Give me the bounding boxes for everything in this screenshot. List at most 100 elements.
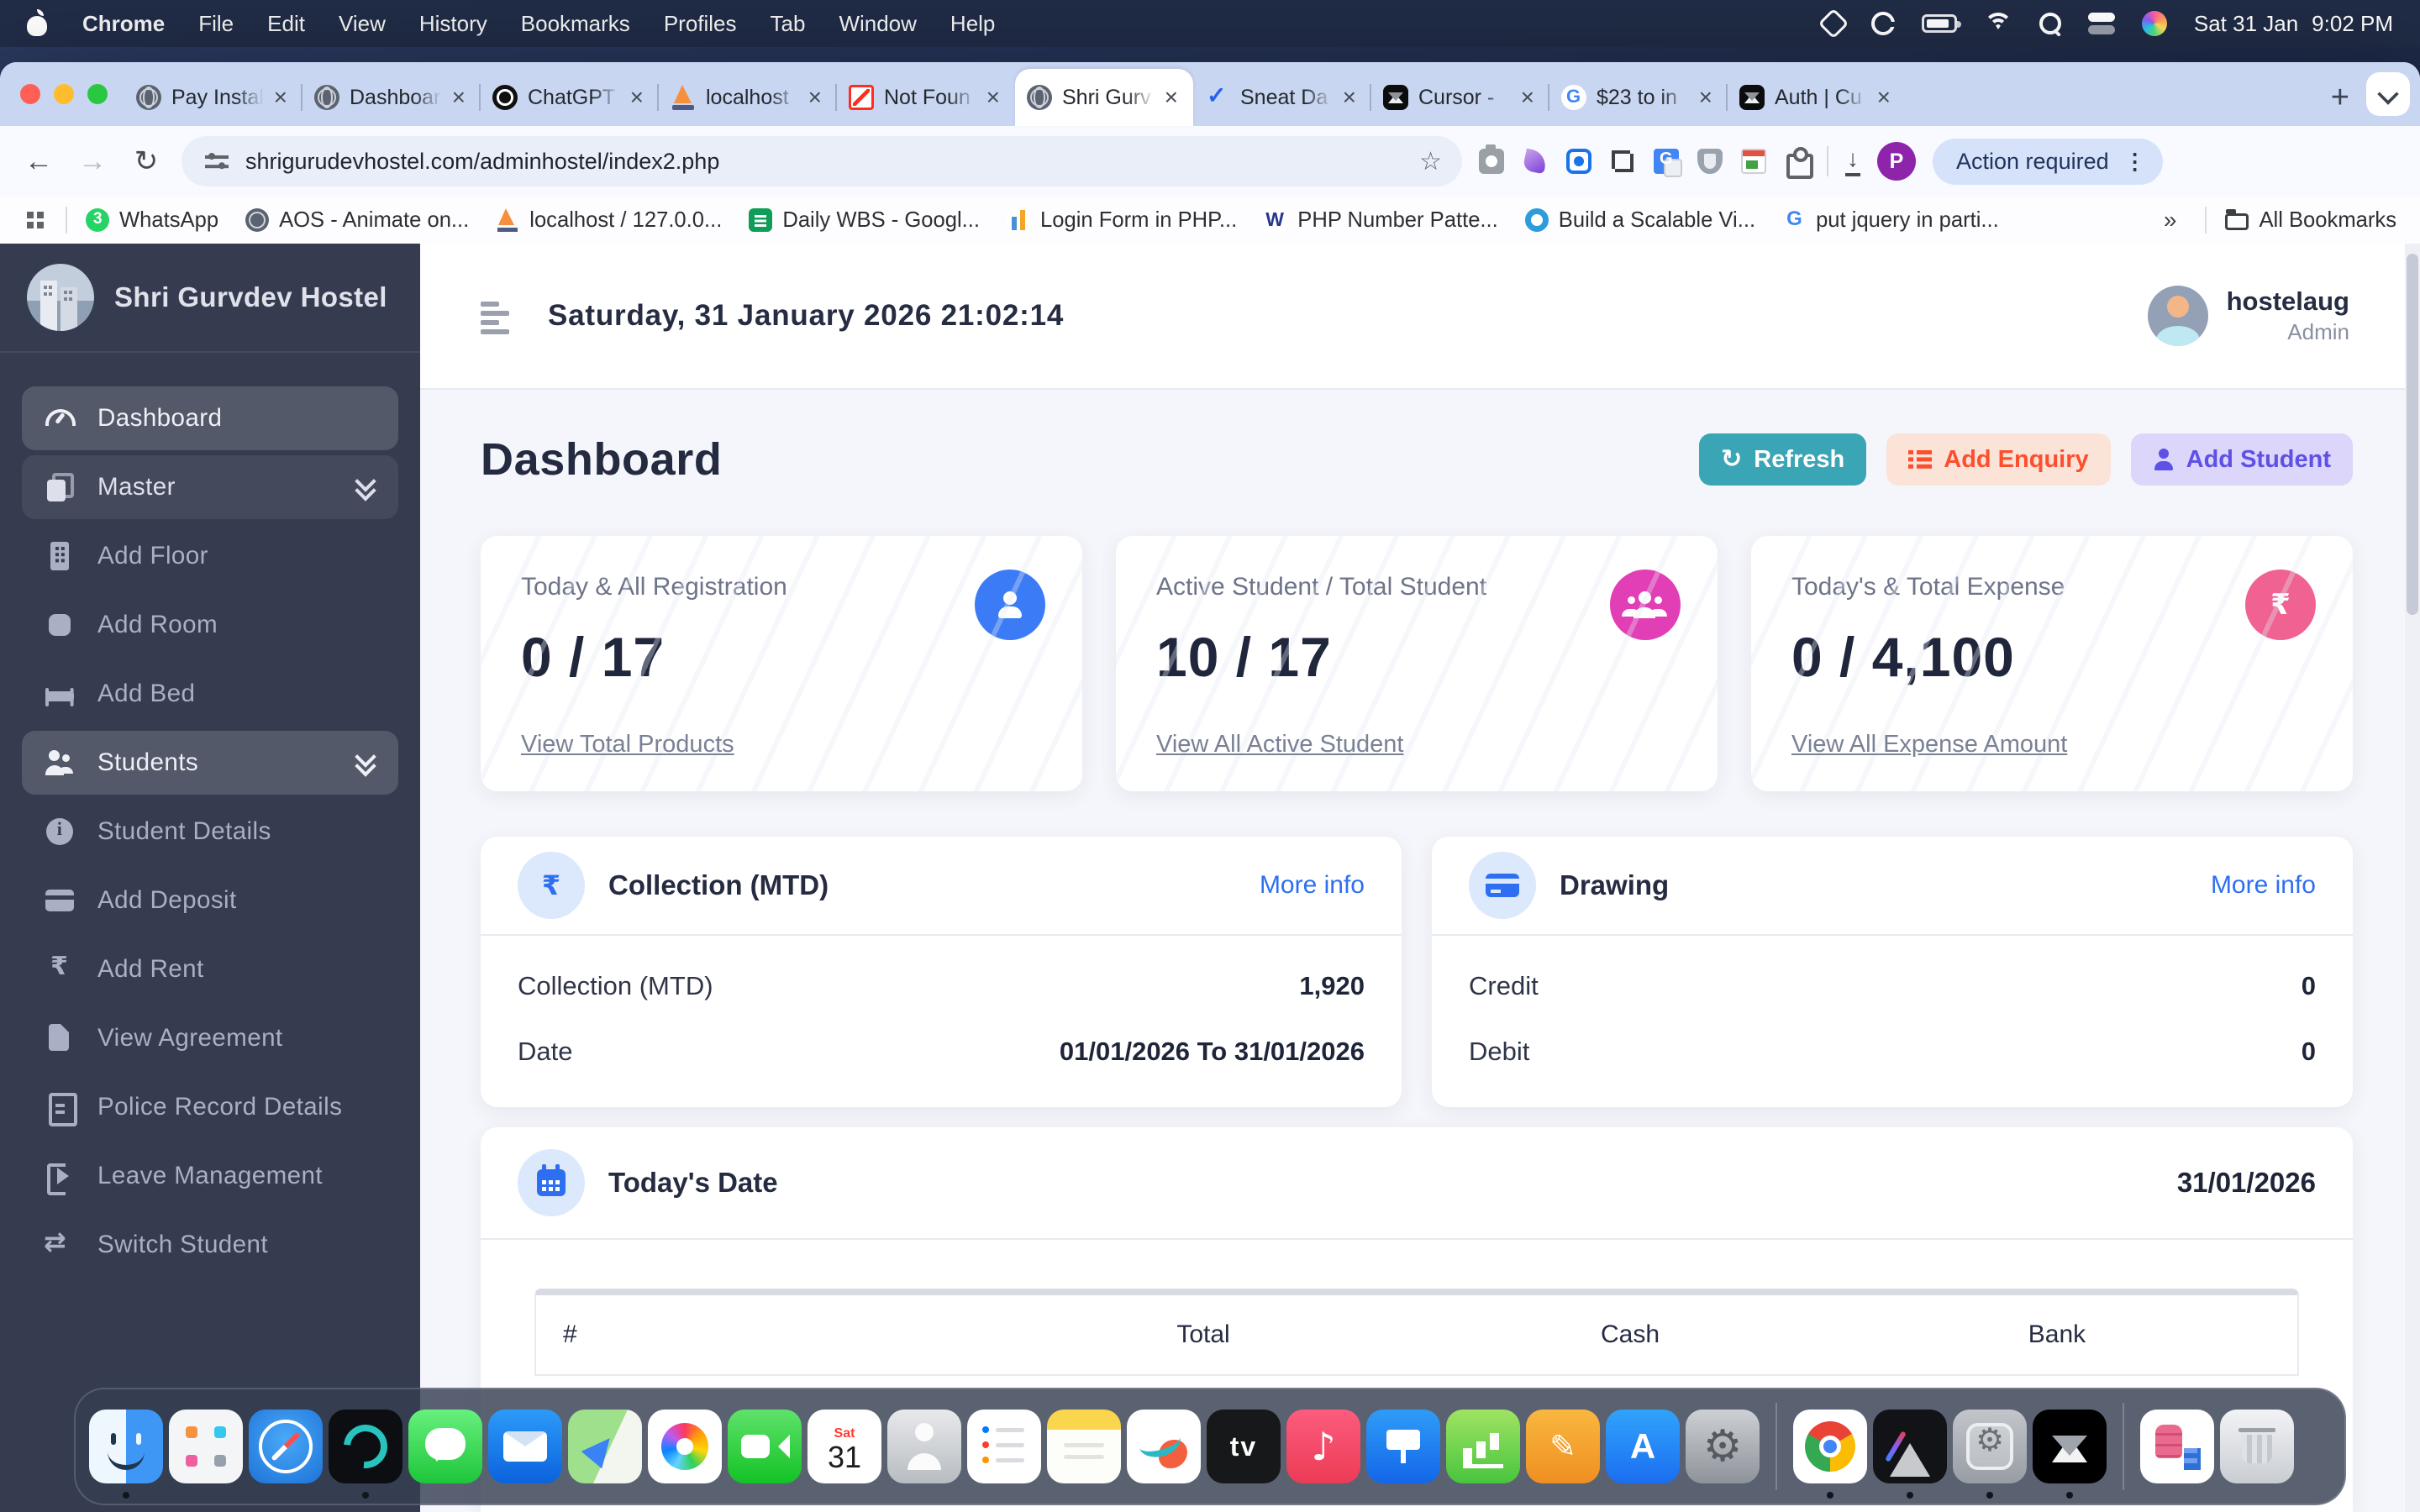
dock-photos-icon[interactable] [648, 1410, 722, 1483]
add-student-button[interactable]: Add Student [2131, 433, 2353, 486]
more-info-link[interactable]: More info [1260, 871, 1365, 900]
dock-safari-icon[interactable] [249, 1410, 323, 1483]
minimize-window-button[interactable] [54, 84, 74, 104]
sidebar-item-master[interactable]: Master [22, 455, 398, 519]
menu-history[interactable]: History [419, 11, 487, 37]
apple-logo-icon[interactable] [27, 11, 49, 36]
tab-chatgpt[interactable]: ChatGPT× [481, 69, 659, 126]
tab-23-to-in[interactable]: $23 to in× [1549, 69, 1728, 126]
downloads-icon[interactable]: ↓ [1845, 146, 1860, 176]
tab-close-icon[interactable]: × [983, 86, 1003, 109]
bookmark-localhost-127-0-0[interactable]: localhost / 127.0.0... [496, 208, 722, 233]
shield-app-icon[interactable] [1818, 8, 1849, 39]
dock-messages-icon[interactable] [408, 1410, 482, 1483]
dock-numbers-icon[interactable] [1446, 1410, 1520, 1483]
add-enquiry-button[interactable]: Add Enquiry [1886, 433, 2110, 486]
site-settings-icon[interactable] [205, 151, 229, 171]
menu-tab[interactable]: Tab [771, 11, 806, 37]
menu-file[interactable]: File [198, 11, 234, 37]
tab-cursor[interactable]: Cursor -× [1371, 69, 1549, 126]
tab-shri-gurv[interactable]: Shri Gurv× [1015, 69, 1193, 126]
dock-downloads-icon[interactable] [2140, 1410, 2214, 1483]
sidebar-item-switch-student[interactable]: Switch Student [22, 1213, 398, 1277]
record-extension-icon[interactable] [1566, 149, 1591, 174]
tab-search-chevron-icon[interactable] [2366, 72, 2410, 116]
sidebar-item-leave-management[interactable]: Leave Management [22, 1144, 398, 1208]
dock-pages-icon[interactable] [1526, 1410, 1600, 1483]
cssviewer-extension-icon[interactable] [1741, 149, 1766, 174]
stat-card-link[interactable]: View Total Products [521, 731, 734, 759]
tab-close-icon[interactable]: × [1874, 86, 1894, 109]
bookmark-aos-animate-on[interactable]: AOS - Animate on... [245, 208, 469, 233]
page-scrollbar[interactable] [2405, 244, 2420, 1512]
dock-notes-icon[interactable] [1047, 1410, 1121, 1483]
sidebar-item-view-agreement[interactable]: View Agreement [22, 1006, 398, 1070]
menu-profiles[interactable]: Profiles [664, 11, 737, 37]
control-center-icon[interactable] [2088, 13, 2115, 34]
tab-close-icon[interactable]: × [271, 86, 291, 109]
translate-extension-icon[interactable] [1654, 149, 1679, 174]
siri-icon[interactable] [2142, 11, 2167, 36]
tab-localhost[interactable]: localhost× [659, 69, 837, 126]
menu-edit[interactable]: Edit [267, 11, 305, 37]
dock-music-icon[interactable] [1286, 1410, 1360, 1483]
wifi-icon[interactable] [1984, 13, 2012, 34]
forward-button[interactable]: → [74, 145, 111, 178]
stat-card-link[interactable]: View All Active Student [1156, 731, 1403, 759]
brand[interactable]: Shri Gurvdev Hostel [0, 244, 420, 351]
dock-chrome-icon[interactable] [1793, 1410, 1867, 1483]
reload-button[interactable]: ↻ [128, 144, 165, 178]
dock-calendar-icon[interactable]: Sat31 [808, 1410, 881, 1483]
dock-launchpad-icon[interactable] [169, 1410, 243, 1483]
new-tab-button[interactable]: + [2314, 80, 2366, 126]
tab-close-icon[interactable]: × [1161, 86, 1181, 109]
dock-maps-icon[interactable] [568, 1410, 642, 1483]
tab-not-foun[interactable]: Not Foun× [837, 69, 1015, 126]
tab-close-icon[interactable]: × [1696, 86, 1716, 109]
dock-finder-icon[interactable] [89, 1410, 163, 1483]
tab-close-icon[interactable]: × [627, 86, 647, 109]
sidebar-item-add-rent[interactable]: Add Rent [22, 937, 398, 1001]
dock-mail-icon[interactable] [488, 1410, 562, 1483]
dock-gearapp-icon[interactable] [1953, 1410, 2027, 1483]
bookmark-star-icon[interactable]: ☆ [1419, 147, 1442, 176]
bookmark-put-jquery-in-parti[interactable]: put jquery in parti... [1782, 208, 1999, 233]
dock-freeform-icon[interactable] [1127, 1410, 1201, 1483]
dock-settings-icon[interactable] [1686, 1410, 1760, 1483]
dock-appletv-icon[interactable] [1207, 1410, 1281, 1483]
menu-chrome[interactable]: Chrome [82, 11, 165, 37]
chrome-menu-icon[interactable]: ⋮ [2124, 149, 2146, 175]
bookmark-login-form-in-php[interactable]: Login Form in PHP... [1007, 208, 1237, 233]
camera-app-icon[interactable] [1871, 12, 1895, 35]
dock-reminders-icon[interactable] [967, 1410, 1041, 1483]
feather-extension-icon[interactable] [1523, 149, 1548, 174]
menu-help[interactable]: Help [950, 11, 995, 37]
dock-trash-icon[interactable] [2220, 1410, 2294, 1483]
screenshot-extension-icon[interactable] [1610, 149, 1635, 174]
close-window-button[interactable] [20, 84, 40, 104]
tab-close-icon[interactable]: × [449, 86, 469, 109]
tab-dashboar[interactable]: Dashboar× [302, 69, 481, 126]
dock-facetime-icon[interactable] [728, 1410, 802, 1483]
profile-avatar[interactable]: P [1877, 142, 1916, 181]
menubar-clock[interactable]: Sat 31 Jan 9:02 PM [2194, 11, 2393, 37]
tab-pay-instal[interactable]: Pay Instal× [124, 69, 302, 126]
address-bar[interactable]: shrigurudevhostel.com/adminhostel/index2… [182, 136, 1462, 186]
extensions-puzzle-icon[interactable] [1785, 149, 1810, 174]
tab-sneat-da[interactable]: Sneat Da× [1193, 69, 1371, 126]
camera-extension-icon[interactable] [1479, 149, 1504, 174]
menu-view[interactable]: View [339, 11, 386, 37]
tab-auth-cu[interactable]: Auth | Cu× [1728, 69, 1906, 126]
sidebar-item-student-details[interactable]: Student Details [22, 800, 398, 864]
bookmark-build-a-scalable-vi[interactable]: Build a Scalable Vi... [1525, 208, 1755, 233]
bookmark-whatsapp[interactable]: WhatsApp [86, 208, 218, 233]
scrollbar-thumb[interactable] [2407, 254, 2418, 615]
dock-appstore-icon[interactable] [1606, 1410, 1680, 1483]
sidebar-item-add-room[interactable]: Add Room [22, 593, 398, 657]
tab-close-icon[interactable]: × [1339, 86, 1360, 109]
dock-contacts-icon[interactable] [887, 1410, 961, 1483]
bookmark-php-number-patte[interactable]: PHP Number Patte... [1264, 208, 1498, 233]
tab-close-icon[interactable]: × [805, 86, 825, 109]
all-bookmarks-button[interactable]: All Bookmarks [2225, 208, 2396, 233]
stat-card-link[interactable]: View All Expense Amount [1791, 731, 2067, 759]
